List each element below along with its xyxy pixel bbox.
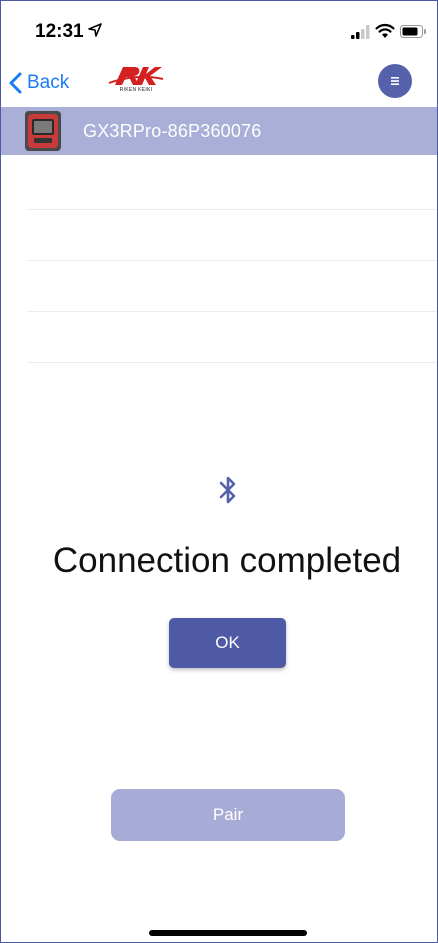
- list-divider: [27, 209, 437, 210]
- logo-text: RIKEN KEIKI: [119, 87, 153, 93]
- gas-detector-icon: [25, 111, 61, 151]
- ok-button[interactable]: OK: [169, 618, 286, 668]
- status-time: 12:31: [35, 21, 84, 42]
- home-indicator[interactable]: [149, 930, 307, 936]
- status-bar: 12:31: [1, 1, 437, 59]
- list-divider: [27, 362, 437, 363]
- logo-icon: [108, 67, 164, 85]
- wifi-icon: [375, 23, 395, 38]
- pair-button[interactable]: Pair: [111, 789, 345, 841]
- bluetooth-icon: [219, 476, 236, 504]
- device-thumbnail: [25, 111, 61, 151]
- app-screen: 12:31 Back RIKEN KEIKI GX3RPro-86P360076…: [0, 0, 438, 943]
- device-header: GX3RPro-86P360076: [1, 107, 437, 155]
- device-name: GX3RPro-86P360076: [83, 121, 262, 141]
- list-divider: [27, 260, 437, 261]
- menu-button[interactable]: [378, 64, 412, 98]
- back-label: Back: [27, 72, 70, 93]
- location-arrow-icon: [88, 23, 102, 37]
- battery-icon: [400, 25, 426, 38]
- list-divider: [27, 311, 437, 312]
- riken-keiki-logo: RIKEN KEIKI: [105, 63, 167, 95]
- signal-icon: [351, 25, 370, 39]
- navigation-bar: Back RIKEN KEIKI: [1, 59, 437, 107]
- connection-message: Connection completed: [52, 541, 402, 580]
- menu-icon: [391, 77, 399, 85]
- chevron-left-icon: [9, 72, 22, 94]
- back-button[interactable]: Back: [9, 69, 69, 97]
